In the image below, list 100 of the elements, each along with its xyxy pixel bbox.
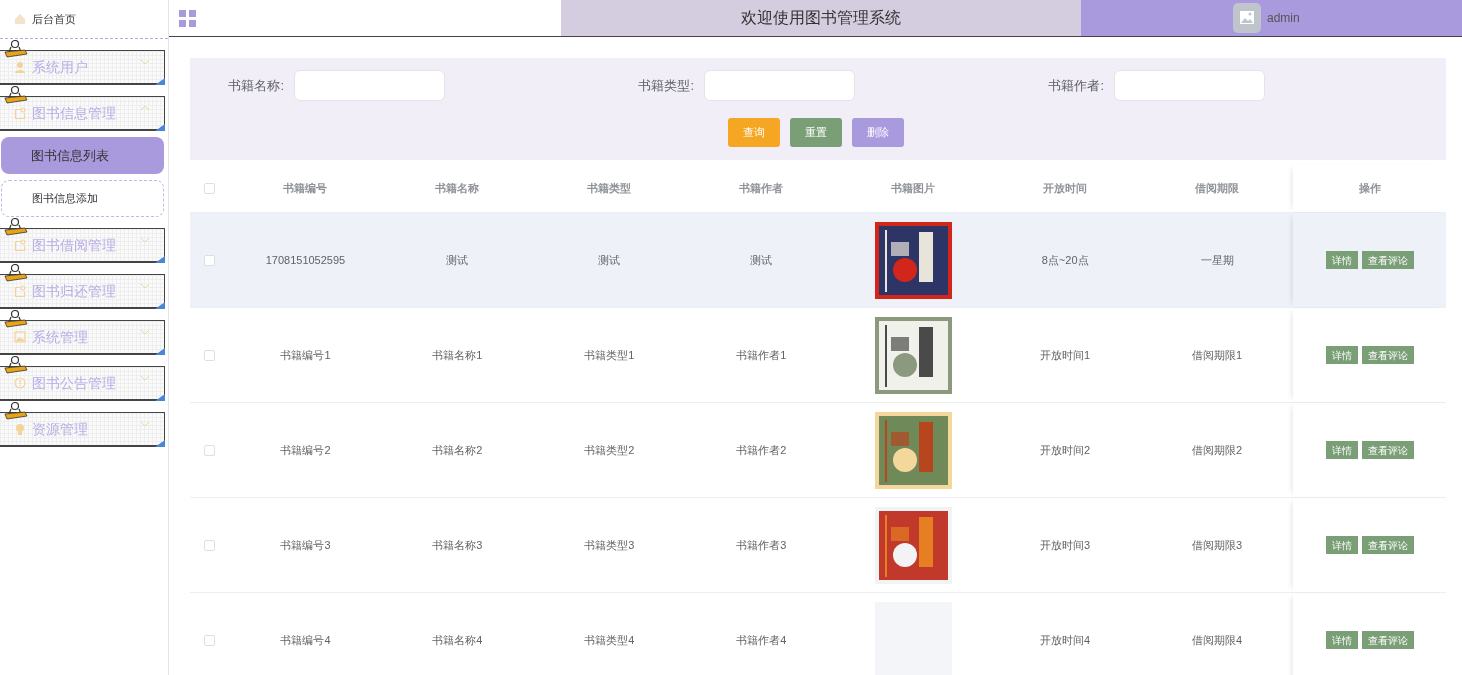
table-cell: 测试 — [750, 253, 773, 266]
table-cell: 书籍名称4 — [432, 633, 483, 646]
details-button[interactable]: 详情 — [1325, 631, 1358, 649]
table-cell: 书籍类型4 — [584, 633, 635, 646]
chevron-icon — [140, 375, 150, 381]
table-cell: 8点~20点 — [1041, 253, 1089, 266]
checkbox[interactable] — [204, 349, 216, 361]
table-cell: 书籍类型3 — [584, 538, 635, 551]
table-cell: 书籍编号2 — [280, 443, 331, 456]
table-cell: 书籍类型2 — [584, 443, 635, 456]
binder-clip-icon — [4, 264, 28, 282]
corner-fold-icon — [155, 440, 165, 447]
corner-fold-icon — [155, 394, 165, 401]
field-label: 书籍类型: — [637, 76, 695, 95]
username: admin — [1267, 10, 1300, 27]
search-button[interactable]: 查询 — [728, 118, 780, 147]
details-button[interactable]: 详情 — [1325, 346, 1358, 364]
corner-fold-icon — [155, 124, 165, 131]
table-cell: 借阅期限2 — [1192, 443, 1243, 456]
view-comments-button[interactable]: 查看评论 — [1361, 536, 1414, 554]
table-cell: 借阅期限4 — [1192, 633, 1243, 646]
table-row[interactable]: 书籍编号4 书籍名称4 书籍类型4 书籍作者4 开放时间4 借阅期限4 详情 查看评论 — [190, 593, 1446, 675]
table-cell: 书籍名称2 — [432, 443, 483, 456]
table-row[interactable]: 书籍编号1 书籍名称1 书籍类型1 书籍作者1 开放时间1 借阅期限1 详情 查看评论 — [190, 308, 1446, 403]
details-button[interactable]: 详情 — [1325, 441, 1358, 459]
menu-item[interactable]: 图书借阅管理 — [0, 228, 165, 263]
table-cell: 1708151052595 — [265, 253, 346, 266]
menu-item[interactable]: 资源管理 — [0, 412, 165, 447]
document-icon — [14, 285, 26, 297]
column-header: 书籍类型 — [587, 182, 632, 195]
menu-item[interactable]: 图书信息管理 — [0, 96, 165, 131]
delete-button[interactable]: 删除 — [852, 118, 904, 147]
user-icon — [14, 61, 26, 73]
details-button[interactable]: 详情 — [1325, 536, 1358, 554]
field-label: 书籍作者: — [1047, 76, 1105, 95]
menu-item[interactable]: 图书公告管理 — [0, 366, 165, 401]
chevron-icon — [140, 329, 150, 335]
column-header: 书籍名称 — [435, 182, 480, 195]
column-header: 借阅期限 — [1195, 182, 1240, 195]
details-button[interactable]: 详情 — [1325, 251, 1358, 269]
column-header: 开放时间 — [1043, 182, 1088, 195]
table-cell: 开放时间3 — [1040, 538, 1091, 551]
table-cell: 书籍类型1 — [584, 348, 635, 361]
info-icon — [14, 377, 26, 389]
table-cell: 开放时间4 — [1040, 633, 1091, 646]
chevron-icon — [140, 237, 150, 243]
table-cell: 书籍编号3 — [280, 538, 331, 551]
column-header: 书籍编号 — [283, 182, 328, 195]
chevron-icon — [140, 105, 150, 111]
checkbox[interactable] — [204, 254, 216, 266]
checkbox[interactable] — [204, 539, 216, 551]
table-cell: 开放时间1 — [1040, 348, 1091, 361]
column-header: 书籍作者 — [739, 182, 784, 195]
column-header: 书籍图片 — [891, 182, 936, 195]
menu-item[interactable]: 系统管理 — [0, 320, 165, 355]
table-cell: 书籍作者3 — [736, 538, 787, 551]
menu-item[interactable]: 系统用户 — [0, 50, 165, 85]
field-label: 书籍名称: — [227, 76, 285, 95]
table-row[interactable]: 1708151052595 测试 测试 测试 8点~20点 一星期 详情 查看评论 — [190, 213, 1446, 308]
page-title: 欢迎使用图书管理系统 — [741, 8, 901, 28]
reset-button[interactable]: 重置 — [790, 118, 842, 147]
view-comments-button[interactable]: 查看评论 — [1361, 346, 1414, 364]
home-icon — [14, 13, 26, 25]
submenu-item[interactable]: 图书信息列表 — [1, 137, 164, 174]
corner-fold-icon — [155, 348, 165, 355]
menu-item[interactable]: 图书归还管理 — [0, 274, 165, 309]
view-comments-button[interactable]: 查看评论 — [1361, 631, 1414, 649]
input-field[interactable] — [704, 70, 855, 101]
chevron-icon — [140, 421, 150, 427]
table-cell: 书籍编号4 — [280, 633, 331, 646]
binder-clip-icon — [4, 310, 28, 328]
image-icon — [14, 331, 26, 343]
table-cell: 测试 — [598, 253, 621, 266]
table-cell: 一星期 — [1200, 253, 1234, 266]
input-field[interactable] — [294, 70, 445, 101]
binder-clip-icon — [4, 40, 28, 58]
checkbox[interactable] — [204, 634, 216, 646]
bulb-icon — [14, 423, 26, 435]
table-row[interactable]: 书籍编号3 书籍名称3 书籍类型3 书籍作者3 开放时间3 借阅期限3 详情 查看评论 — [190, 498, 1446, 593]
checkbox[interactable] — [204, 183, 216, 194]
binder-clip-icon — [4, 356, 28, 374]
table-cell: 书籍名称1 — [432, 348, 483, 361]
table-cell: 书籍作者2 — [736, 443, 787, 456]
submenu-item[interactable]: 图书信息添加 — [1, 180, 164, 217]
home-menu-item[interactable]: 后台首页 — [0, 0, 168, 39]
menu-icon — [179, 9, 196, 27]
view-comments-button[interactable]: 查看评论 — [1361, 441, 1414, 459]
table-cell: 书籍作者1 — [736, 348, 787, 361]
input-field[interactable] — [1114, 70, 1265, 101]
corner-fold-icon — [155, 78, 165, 85]
table-cell: 借阅期限1 — [1192, 348, 1243, 361]
document-icon — [14, 239, 26, 251]
table-cell: 测试 — [446, 253, 469, 266]
view-comments-button[interactable]: 查看评论 — [1361, 251, 1414, 269]
binder-clip-icon — [4, 402, 28, 420]
table-cell: 书籍名称3 — [432, 538, 483, 551]
table-row[interactable]: 书籍编号2 书籍名称2 书籍类型2 书籍作者2 开放时间2 借阅期限2 详情 查看评论 — [190, 403, 1446, 498]
table-cell: 开放时间2 — [1040, 443, 1091, 456]
corner-fold-icon — [155, 302, 165, 309]
checkbox[interactable] — [204, 444, 216, 456]
